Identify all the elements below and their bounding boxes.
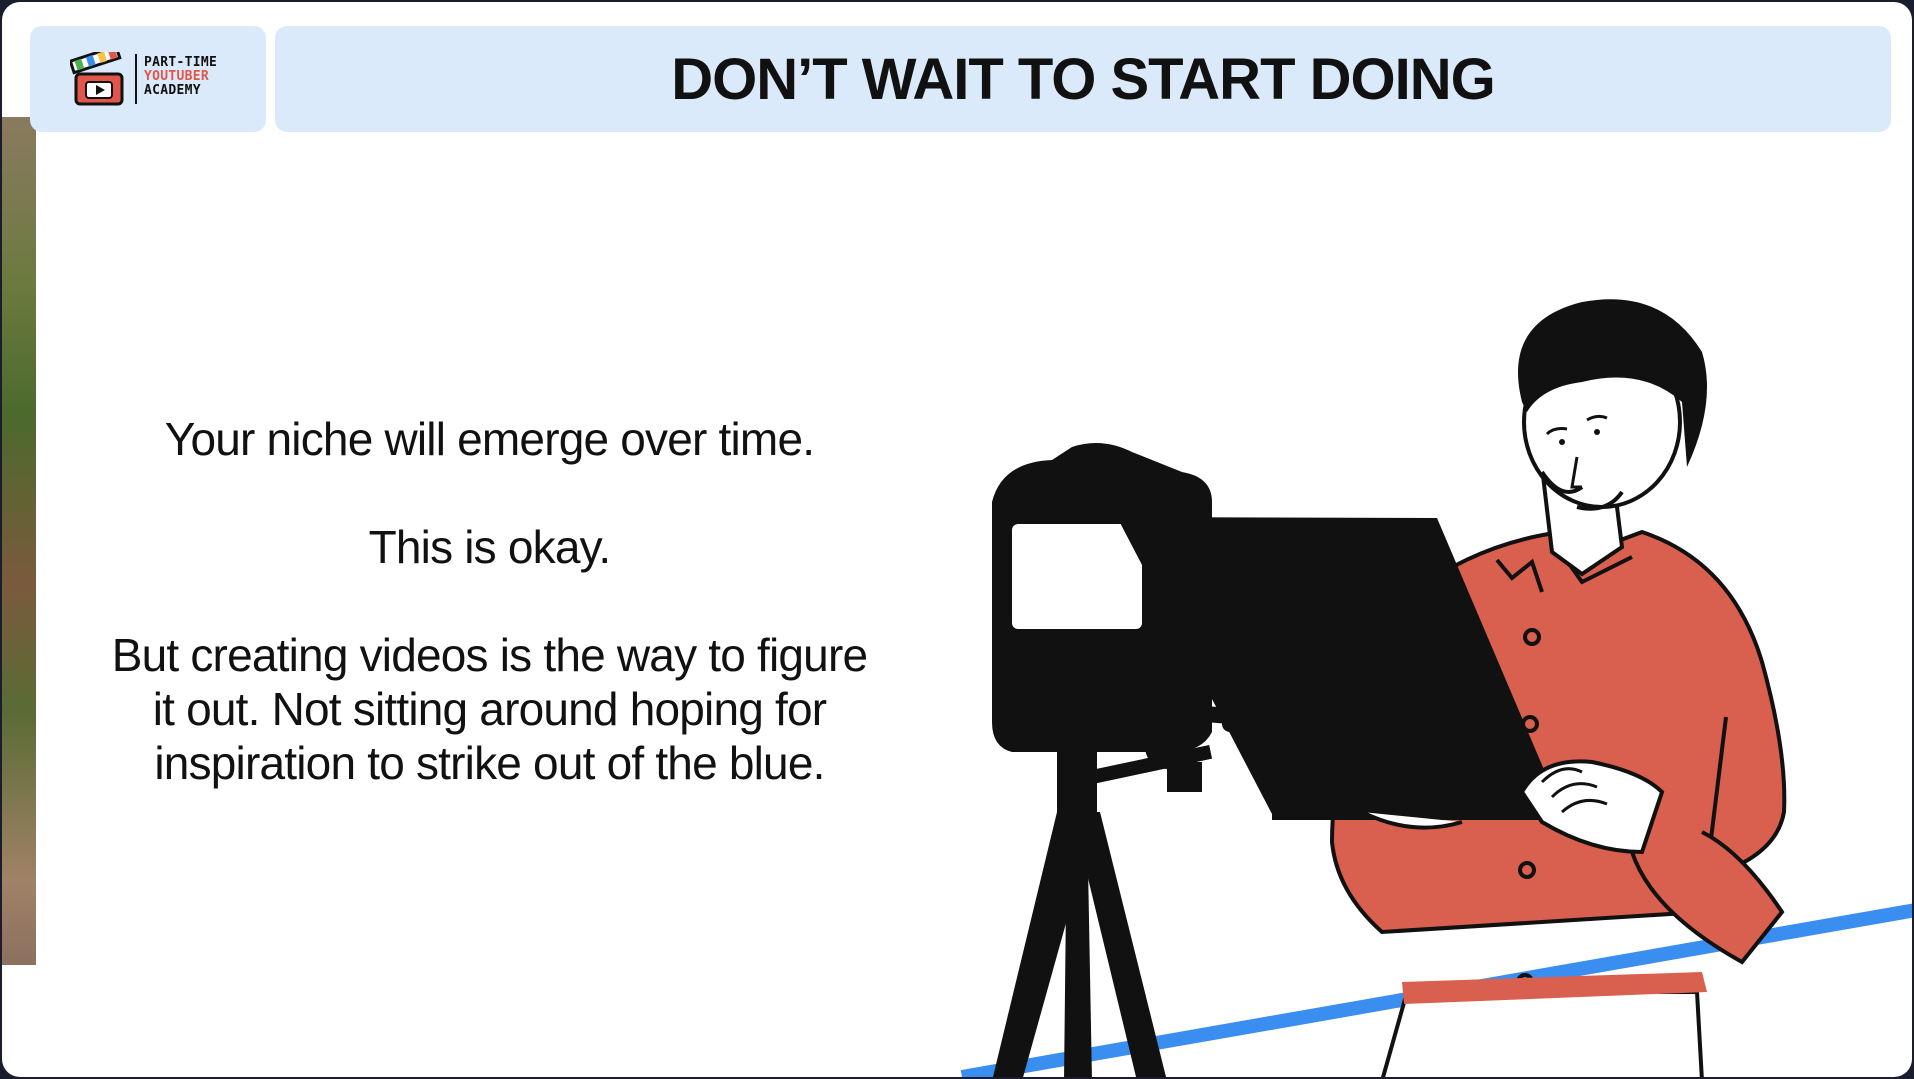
webcam-preview-strip — [2, 117, 36, 965]
body-paragraph-3-line-2: it out. Not sitting around hoping for — [152, 683, 827, 735]
man-with-laptop-illustration — [960, 299, 1912, 1077]
body-paragraph-3-line-3: inspiration to strike out of the blue. — [154, 737, 825, 789]
logo-panel: PART-TIME YOUTUBER ACADEMY — [30, 26, 266, 132]
logo-line-2: YOUTUBER — [144, 69, 210, 84]
slide-frame: PART-TIME YOUTUBER ACADEMY DON’T WAIT TO… — [2, 2, 1912, 1077]
body-paragraph-2: This is okay. — [368, 521, 612, 573]
body-paragraph-3: But creating videos is the way to figure… — [62, 628, 917, 790]
logo-line-3: ACADEMY — [144, 83, 201, 98]
logo-divider — [135, 54, 137, 104]
slide-title: DON’T WAIT TO START DOING — [671, 46, 1495, 112]
body-paragraph-1: Your niche will emerge over time. — [164, 413, 815, 465]
title-banner: DON’T WAIT TO START DOING — [275, 26, 1891, 132]
logo-wordmark: PART-TIME YOUTUBER ACADEMY — [144, 56, 217, 98]
logo-line-1: PART-TIME — [144, 55, 218, 70]
clapperboard-icon — [70, 52, 124, 106]
slide-body: Your niche will emerge over time. This i… — [62, 412, 917, 790]
body-paragraph-3-line-1: But creating videos is the way to figure — [111, 629, 868, 681]
